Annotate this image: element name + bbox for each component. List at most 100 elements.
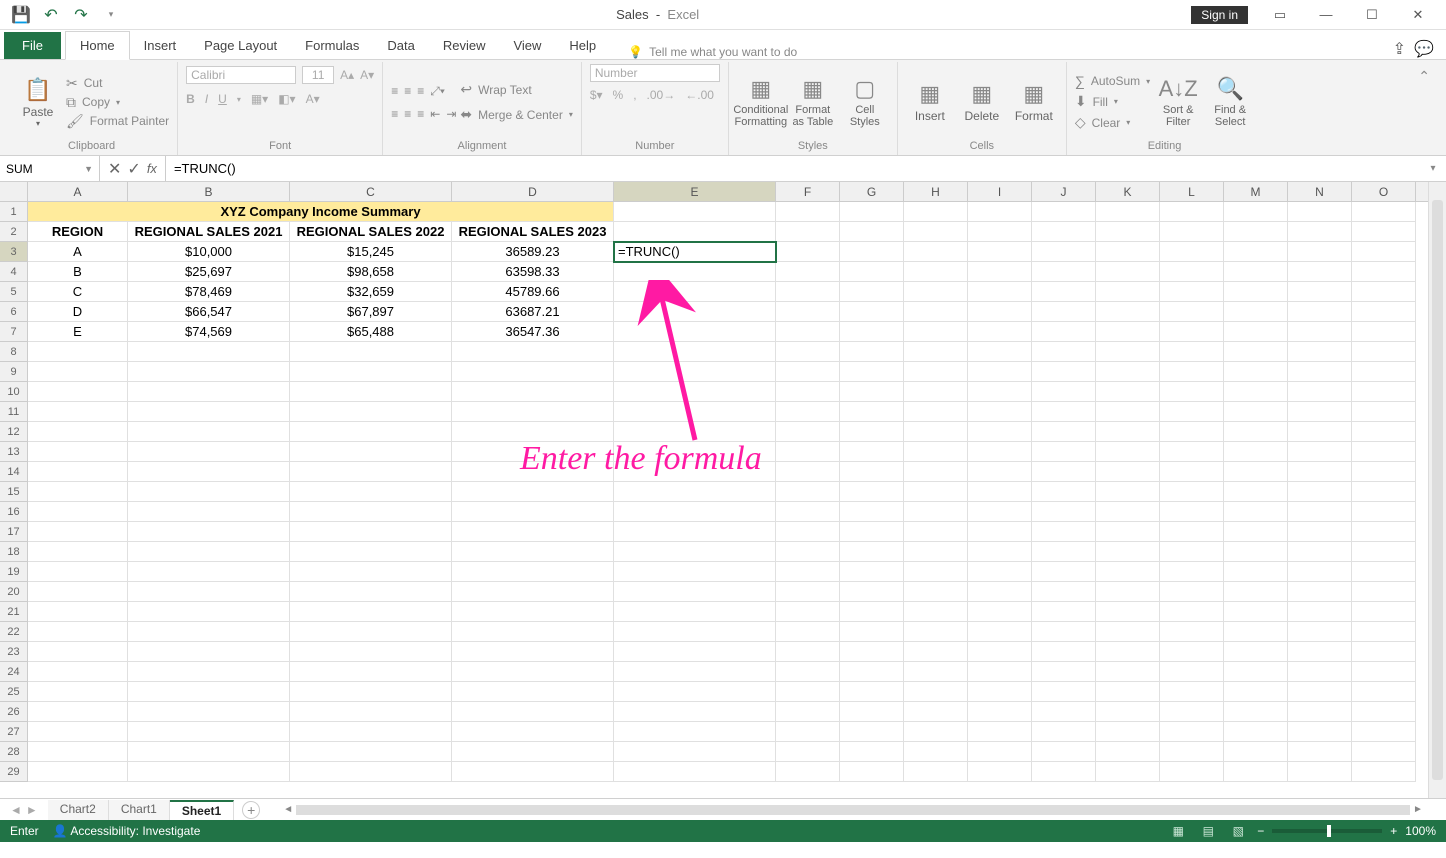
cell-I5[interactable] xyxy=(968,282,1032,302)
tab-review[interactable]: Review xyxy=(429,32,500,59)
cell-D4[interactable]: 63598.33 xyxy=(452,262,614,282)
enter-formula-icon[interactable]: ✓ xyxy=(127,159,140,179)
cell-B23[interactable] xyxy=(128,642,290,662)
row-header-29[interactable]: 29 xyxy=(0,762,28,782)
cell-B12[interactable] xyxy=(128,422,290,442)
new-sheet-button[interactable]: + xyxy=(242,801,260,819)
cell-I19[interactable] xyxy=(968,562,1032,582)
cell-J26[interactable] xyxy=(1032,702,1096,722)
cell-O19[interactable] xyxy=(1352,562,1416,582)
row-header-24[interactable]: 24 xyxy=(0,662,28,682)
merge-center-button[interactable]: ⬌Merge & Center ▾ xyxy=(460,106,572,123)
cell-L16[interactable] xyxy=(1160,502,1224,522)
cell-N26[interactable] xyxy=(1288,702,1352,722)
cell-M6[interactable] xyxy=(1224,302,1288,322)
cell-H1[interactable] xyxy=(904,202,968,222)
cell-M13[interactable] xyxy=(1224,442,1288,462)
cell-M4[interactable] xyxy=(1224,262,1288,282)
sheet-tab-chart1[interactable]: Chart1 xyxy=(109,800,170,820)
cell-O22[interactable] xyxy=(1352,622,1416,642)
cell-C27[interactable] xyxy=(290,722,452,742)
cell-D8[interactable] xyxy=(452,342,614,362)
cell-G3[interactable] xyxy=(840,242,904,262)
cell-A9[interactable] xyxy=(28,362,128,382)
cell-B16[interactable] xyxy=(128,502,290,522)
row-header-4[interactable]: 4 xyxy=(0,262,28,282)
cell-E21[interactable] xyxy=(614,602,776,622)
cell-A5[interactable]: C xyxy=(28,282,128,302)
close-icon[interactable]: ✕ xyxy=(1396,1,1440,29)
cell-M20[interactable] xyxy=(1224,582,1288,602)
cell-I26[interactable] xyxy=(968,702,1032,722)
row-header-25[interactable]: 25 xyxy=(0,682,28,702)
cell-I17[interactable] xyxy=(968,522,1032,542)
cell-M2[interactable] xyxy=(1224,222,1288,242)
cell-F24[interactable] xyxy=(776,662,840,682)
cell-L28[interactable] xyxy=(1160,742,1224,762)
cell-E22[interactable] xyxy=(614,622,776,642)
cell-D28[interactable] xyxy=(452,742,614,762)
undo-icon[interactable]: ↶ xyxy=(38,2,64,28)
cell-E16[interactable] xyxy=(614,502,776,522)
cell-M7[interactable] xyxy=(1224,322,1288,342)
column-header-L[interactable]: L xyxy=(1160,182,1224,201)
cell-D5[interactable]: 45789.66 xyxy=(452,282,614,302)
cell-L10[interactable] xyxy=(1160,382,1224,402)
cell-N11[interactable] xyxy=(1288,402,1352,422)
cell-N15[interactable] xyxy=(1288,482,1352,502)
cell-H13[interactable] xyxy=(904,442,968,462)
cell-H8[interactable] xyxy=(904,342,968,362)
cell-A14[interactable] xyxy=(28,462,128,482)
cell-H2[interactable] xyxy=(904,222,968,242)
cell-I12[interactable] xyxy=(968,422,1032,442)
cell-H25[interactable] xyxy=(904,682,968,702)
find-select-button[interactable]: 🔍Find & Select xyxy=(1206,68,1254,136)
cell-E14[interactable] xyxy=(614,462,776,482)
cell-N28[interactable] xyxy=(1288,742,1352,762)
cell-N9[interactable] xyxy=(1288,362,1352,382)
cell-E15[interactable] xyxy=(614,482,776,502)
align-left-icon[interactable]: ≡ xyxy=(391,107,398,121)
cell-G11[interactable] xyxy=(840,402,904,422)
cell-G12[interactable] xyxy=(840,422,904,442)
cell-H18[interactable] xyxy=(904,542,968,562)
conditional-formatting-button[interactable]: ▦Conditional Formatting xyxy=(737,68,785,136)
sheet-nav-next-icon[interactable]: ► xyxy=(26,803,38,817)
cell-N25[interactable] xyxy=(1288,682,1352,702)
cell-N22[interactable] xyxy=(1288,622,1352,642)
cell-K12[interactable] xyxy=(1096,422,1160,442)
format-cells-button[interactable]: ▦Format xyxy=(1010,68,1058,136)
cell-C6[interactable]: $67,897 xyxy=(290,302,452,322)
column-header-M[interactable]: M xyxy=(1224,182,1288,201)
cell-A8[interactable] xyxy=(28,342,128,362)
cell-B14[interactable] xyxy=(128,462,290,482)
cell-E1[interactable] xyxy=(614,202,776,222)
cell-G10[interactable] xyxy=(840,382,904,402)
cell-C26[interactable] xyxy=(290,702,452,722)
cell-L25[interactable] xyxy=(1160,682,1224,702)
cell-L29[interactable] xyxy=(1160,762,1224,782)
cell-D6[interactable]: 63687.21 xyxy=(452,302,614,322)
cell-C2[interactable]: REGIONAL SALES 2022 xyxy=(290,222,452,242)
cell-B3[interactable]: $10,000 xyxy=(128,242,290,262)
cell-O10[interactable] xyxy=(1352,382,1416,402)
cell-K28[interactable] xyxy=(1096,742,1160,762)
cell-J23[interactable] xyxy=(1032,642,1096,662)
column-header-A[interactable]: A xyxy=(28,182,128,201)
cell-L1[interactable] xyxy=(1160,202,1224,222)
row-header-19[interactable]: 19 xyxy=(0,562,28,582)
cell-C8[interactable] xyxy=(290,342,452,362)
cell-D16[interactable] xyxy=(452,502,614,522)
percent-format-icon[interactable]: % xyxy=(613,88,624,102)
cell-J16[interactable] xyxy=(1032,502,1096,522)
cell-O25[interactable] xyxy=(1352,682,1416,702)
row-header-2[interactable]: 2 xyxy=(0,222,28,242)
cell-B7[interactable]: $74,569 xyxy=(128,322,290,342)
align-top-icon[interactable]: ≡ xyxy=(391,84,398,98)
cell-H22[interactable] xyxy=(904,622,968,642)
cell-A3[interactable]: A xyxy=(28,242,128,262)
cell-L27[interactable] xyxy=(1160,722,1224,742)
cell-I10[interactable] xyxy=(968,382,1032,402)
cell-J1[interactable] xyxy=(1032,202,1096,222)
cell-M9[interactable] xyxy=(1224,362,1288,382)
